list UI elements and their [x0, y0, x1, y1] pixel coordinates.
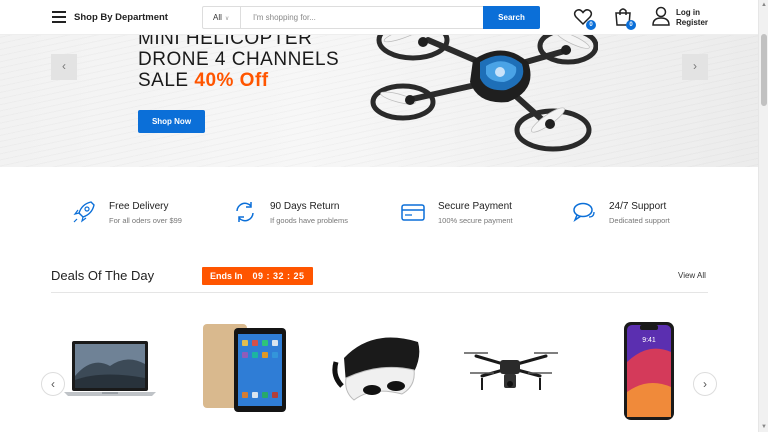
hero-next-arrow-icon[interactable]: › [682, 54, 708, 80]
cart-count-badge: 0 [626, 20, 636, 30]
shop-now-button[interactable]: Shop Now [138, 110, 205, 133]
hero-title-line2: DRONE 4 CHANNELS [138, 49, 340, 70]
search-button[interactable]: Search [483, 6, 540, 29]
scrollbar-thumb[interactable] [761, 34, 767, 106]
search-category-value: All [213, 13, 222, 22]
chevron-down-icon: ∨ [224, 16, 230, 22]
scroll-up-arrow-icon[interactable]: ▲ [761, 2, 767, 8]
wishlist-count-badge: 0 [586, 20, 596, 30]
rocket-icon [73, 201, 95, 223]
login-register-link[interactable]: Log in Register [676, 8, 708, 28]
view-all-link[interactable]: View All [678, 271, 706, 280]
search-bar: All∨ Search [202, 6, 540, 29]
deal-countdown-timer: Ends In 09 : 32 : 25 [202, 267, 313, 285]
hero-prev-arrow-icon[interactable]: ‹ [51, 54, 77, 80]
hero-sale-text: SALE [138, 70, 195, 91]
scroll-down-arrow-icon[interactable]: ▼ [761, 424, 767, 430]
tablet-product-image[interactable] [200, 316, 290, 420]
svg-text:9:41: 9:41 [642, 337, 656, 344]
feature-title: Free Delivery [109, 201, 169, 212]
feature-title: 90 Days Return [270, 201, 340, 212]
hero-title: MINI HELICOPTER DRONE 4 CHANNELS SALE 40… [138, 28, 339, 91]
menu-hamburger-icon[interactable] [52, 11, 66, 23]
search-category-select[interactable]: All ∨ [203, 7, 241, 28]
return-arrows-icon [236, 202, 254, 222]
login-label[interactable]: Log in [676, 8, 708, 18]
user-account-icon[interactable] [651, 5, 675, 29]
credit-card-icon [401, 204, 425, 221]
feature-subtitle: For all oders over $99 [109, 216, 182, 225]
countdown-value: 09 : 32 : 25 [252, 271, 305, 281]
vr-headset-product-image[interactable] [332, 316, 428, 420]
shop-by-department-button[interactable]: Shop By Department [74, 12, 168, 23]
feature-subtitle: If goods have problems [270, 216, 348, 225]
hero-discount: 40% Off [194, 70, 269, 91]
drone-product-image [370, 20, 598, 152]
page-scrollbar[interactable]: ▲ ▼ [758, 0, 768, 432]
wishlist-heart-icon[interactable]: 0 [572, 6, 596, 30]
feature-subtitle: 100% secure payment [438, 216, 513, 225]
cart-bag-icon[interactable]: 0 [612, 6, 636, 30]
carousel-next-arrow-icon[interactable]: › [693, 372, 717, 396]
register-label[interactable]: Register [676, 18, 708, 28]
divider [51, 292, 708, 293]
feature-title: 24/7 Support [609, 201, 667, 212]
site-header: Shop By Department All∨ Search 0 0 Log i… [0, 0, 758, 35]
search-input[interactable] [243, 7, 483, 28]
deals-section-title: Deals Of The Day [51, 268, 155, 283]
laptop-product-image[interactable] [62, 316, 158, 420]
feature-subtitle: Dedicated support [609, 216, 670, 225]
chat-bubbles-icon [573, 202, 595, 222]
drone-small-product-image[interactable] [462, 316, 558, 420]
smartphone-product-image[interactable]: 9:41 [618, 320, 680, 424]
feature-title: Secure Payment [438, 201, 512, 212]
ends-in-label: Ends In [210, 271, 243, 281]
